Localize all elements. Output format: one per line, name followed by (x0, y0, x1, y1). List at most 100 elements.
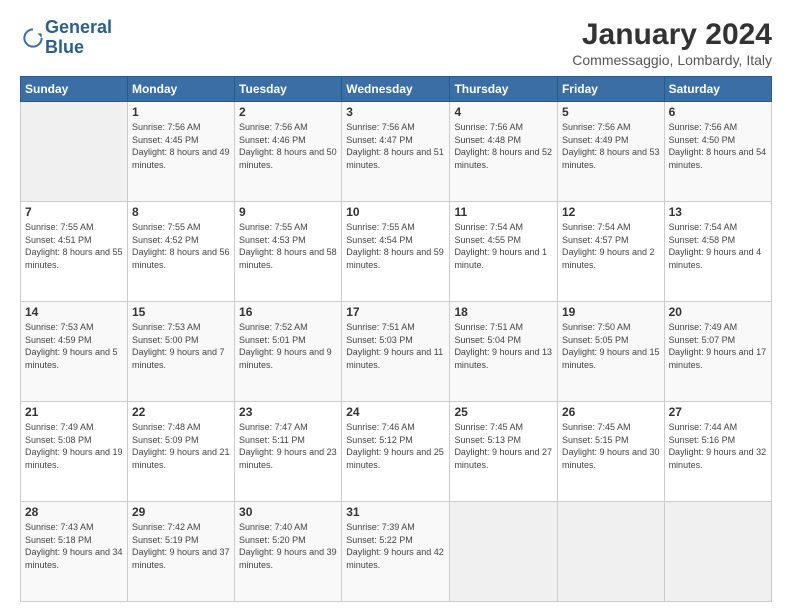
day-number: 26 (562, 405, 660, 419)
calendar-week-1: 1Sunrise: 7:56 AMSunset: 4:45 PMDaylight… (21, 102, 772, 202)
calendar-cell: 17 Sunrise: 7:51 AMSunset: 5:03 PMDayligh… (342, 302, 450, 402)
calendar-cell: 3 Sunrise: 7:56 AMSunset: 4:47 PMDaylight… (342, 102, 450, 202)
calendar-cell: 10 Sunrise: 7:55 AMSunset: 4:54 PMDayligh… (342, 202, 450, 302)
day-number: 30 (239, 505, 337, 519)
day-info: Sunrise: 7:43 AMSunset: 5:18 PMDaylight:… (25, 521, 123, 571)
weekday-header-friday: Friday (557, 77, 664, 102)
day-info: Sunrise: 7:56 AMSunset: 4:48 PMDaylight:… (454, 121, 553, 171)
day-number: 2 (239, 105, 337, 119)
day-number: 14 (25, 305, 123, 319)
day-info: Sunrise: 7:55 AMSunset: 4:51 PMDaylight:… (25, 221, 123, 271)
calendar-cell: 12 Sunrise: 7:54 AMSunset: 4:57 PMDayligh… (557, 202, 664, 302)
calendar-cell: 9Sunrise: 7:55 AMSunset: 4:53 PMDaylight… (235, 202, 342, 302)
calendar-cell: 28 Sunrise: 7:43 AMSunset: 5:18 PMDayligh… (21, 502, 128, 602)
day-number: 11 (454, 205, 553, 219)
day-info: Sunrise: 7:56 AMSunset: 4:45 PMDaylight:… (132, 121, 230, 171)
calendar-cell: 6 Sunrise: 7:56 AMSunset: 4:50 PMDaylight… (664, 102, 771, 202)
logo-icon (23, 28, 43, 48)
day-info: Sunrise: 7:54 AMSunset: 4:55 PMDaylight:… (454, 221, 553, 271)
calendar-cell (450, 502, 558, 602)
day-number: 4 (454, 105, 553, 119)
day-info: Sunrise: 7:54 AMSunset: 4:58 PMDaylight:… (669, 221, 767, 271)
calendar-week-3: 14 Sunrise: 7:53 AMSunset: 4:59 PMDayligh… (21, 302, 772, 402)
calendar-cell: 31 Sunrise: 7:39 AMSunset: 5:22 PMDayligh… (342, 502, 450, 602)
day-info: Sunrise: 7:49 AMSunset: 5:07 PMDaylight:… (669, 321, 767, 371)
calendar-page: General Blue January 2024 Commessaggio, … (0, 0, 792, 612)
day-info: Sunrise: 7:56 AMSunset: 4:49 PMDaylight:… (562, 121, 660, 171)
day-number: 6 (669, 105, 767, 119)
day-number: 28 (25, 505, 123, 519)
calendar-cell: 8Sunrise: 7:55 AMSunset: 4:52 PMDaylight… (127, 202, 234, 302)
day-info: Sunrise: 7:51 AMSunset: 5:03 PMDaylight:… (346, 321, 445, 371)
calendar-cell: 19Sunrise: 7:50 AMSunset: 5:05 PMDayligh… (557, 302, 664, 402)
day-number: 15 (132, 305, 230, 319)
weekday-header-monday: Monday (127, 77, 234, 102)
calendar-week-2: 7 Sunrise: 7:55 AMSunset: 4:51 PMDaylight… (21, 202, 772, 302)
day-info: Sunrise: 7:45 AMSunset: 5:13 PMDaylight:… (454, 421, 553, 471)
calendar-cell: 13 Sunrise: 7:54 AMSunset: 4:58 PMDayligh… (664, 202, 771, 302)
day-number: 13 (669, 205, 767, 219)
day-number: 18 (454, 305, 553, 319)
calendar-cell: 18 Sunrise: 7:51 AMSunset: 5:04 PMDayligh… (450, 302, 558, 402)
day-number: 20 (669, 305, 767, 319)
calendar-cell: 4 Sunrise: 7:56 AMSunset: 4:48 PMDaylight… (450, 102, 558, 202)
calendar-cell: 7 Sunrise: 7:55 AMSunset: 4:51 PMDaylight… (21, 202, 128, 302)
day-number: 22 (132, 405, 230, 419)
day-info: Sunrise: 7:53 AMSunset: 5:00 PMDaylight:… (132, 321, 230, 371)
day-number: 12 (562, 205, 660, 219)
weekday-header-row: SundayMondayTuesdayWednesdayThursdayFrid… (21, 77, 772, 102)
logo: General Blue (20, 18, 112, 58)
day-info: Sunrise: 7:44 AMSunset: 5:16 PMDaylight:… (669, 421, 767, 471)
day-info: Sunrise: 7:53 AMSunset: 4:59 PMDaylight:… (25, 321, 123, 371)
calendar-cell: 11 Sunrise: 7:54 AMSunset: 4:55 PMDayligh… (450, 202, 558, 302)
day-info: Sunrise: 7:56 AMSunset: 4:47 PMDaylight:… (346, 121, 445, 171)
day-number: 25 (454, 405, 553, 419)
day-info: Sunrise: 7:55 AMSunset: 4:52 PMDaylight:… (132, 221, 230, 271)
day-info: Sunrise: 7:54 AMSunset: 4:57 PMDaylight:… (562, 221, 660, 271)
day-info: Sunrise: 7:55 AMSunset: 4:53 PMDaylight:… (239, 221, 337, 271)
calendar-cell: 16Sunrise: 7:52 AMSunset: 5:01 PMDayligh… (235, 302, 342, 402)
weekday-header-thursday: Thursday (450, 77, 558, 102)
day-info: Sunrise: 7:39 AMSunset: 5:22 PMDaylight:… (346, 521, 445, 571)
calendar-table: SundayMondayTuesdayWednesdayThursdayFrid… (20, 76, 772, 602)
day-number: 5 (562, 105, 660, 119)
day-number: 31 (346, 505, 445, 519)
day-number: 17 (346, 305, 445, 319)
month-title: January 2024 (572, 18, 772, 52)
day-number: 7 (25, 205, 123, 219)
calendar-cell: 22 Sunrise: 7:48 AMSunset: 5:09 PMDayligh… (127, 402, 234, 502)
calendar-cell: 24Sunrise: 7:46 AMSunset: 5:12 PMDayligh… (342, 402, 450, 502)
day-info: Sunrise: 7:55 AMSunset: 4:54 PMDaylight:… (346, 221, 445, 271)
day-info: Sunrise: 7:49 AMSunset: 5:08 PMDaylight:… (25, 421, 123, 471)
calendar-cell: 23 Sunrise: 7:47 AMSunset: 5:11 PMDayligh… (235, 402, 342, 502)
day-info: Sunrise: 7:51 AMSunset: 5:04 PMDaylight:… (454, 321, 553, 371)
day-info: Sunrise: 7:48 AMSunset: 5:09 PMDaylight:… (132, 421, 230, 471)
day-info: Sunrise: 7:56 AMSunset: 4:50 PMDaylight:… (669, 121, 767, 171)
day-number: 10 (346, 205, 445, 219)
location-text: Commessaggio, Lombardy, Italy (572, 52, 772, 68)
calendar-cell: 14 Sunrise: 7:53 AMSunset: 4:59 PMDayligh… (21, 302, 128, 402)
day-number: 23 (239, 405, 337, 419)
day-info: Sunrise: 7:42 AMSunset: 5:19 PMDaylight:… (132, 521, 230, 571)
calendar-body: 1Sunrise: 7:56 AMSunset: 4:45 PMDaylight… (21, 102, 772, 602)
day-number: 27 (669, 405, 767, 419)
calendar-cell (664, 502, 771, 602)
calendar-cell (21, 102, 128, 202)
calendar-cell: 2Sunrise: 7:56 AMSunset: 4:46 PMDaylight… (235, 102, 342, 202)
calendar-cell: 30Sunrise: 7:40 AMSunset: 5:20 PMDayligh… (235, 502, 342, 602)
calendar-cell: 26 Sunrise: 7:45 AMSunset: 5:15 PMDayligh… (557, 402, 664, 502)
calendar-cell: 20 Sunrise: 7:49 AMSunset: 5:07 PMDayligh… (664, 302, 771, 402)
day-number: 19 (562, 305, 660, 319)
day-number: 3 (346, 105, 445, 119)
title-block: January 2024 Commessaggio, Lombardy, Ita… (572, 18, 772, 68)
calendar-cell: 29 Sunrise: 7:42 AMSunset: 5:19 PMDayligh… (127, 502, 234, 602)
calendar-week-4: 21 Sunrise: 7:49 AMSunset: 5:08 PMDayligh… (21, 402, 772, 502)
weekday-header-saturday: Saturday (664, 77, 771, 102)
calendar-cell: 5 Sunrise: 7:56 AMSunset: 4:49 PMDaylight… (557, 102, 664, 202)
day-info: Sunrise: 7:45 AMSunset: 5:15 PMDaylight:… (562, 421, 660, 471)
day-number: 29 (132, 505, 230, 519)
day-number: 21 (25, 405, 123, 419)
day-info: Sunrise: 7:47 AMSunset: 5:11 PMDaylight:… (239, 421, 337, 471)
calendar-cell: 25 Sunrise: 7:45 AMSunset: 5:13 PMDayligh… (450, 402, 558, 502)
weekday-header-sunday: Sunday (21, 77, 128, 102)
